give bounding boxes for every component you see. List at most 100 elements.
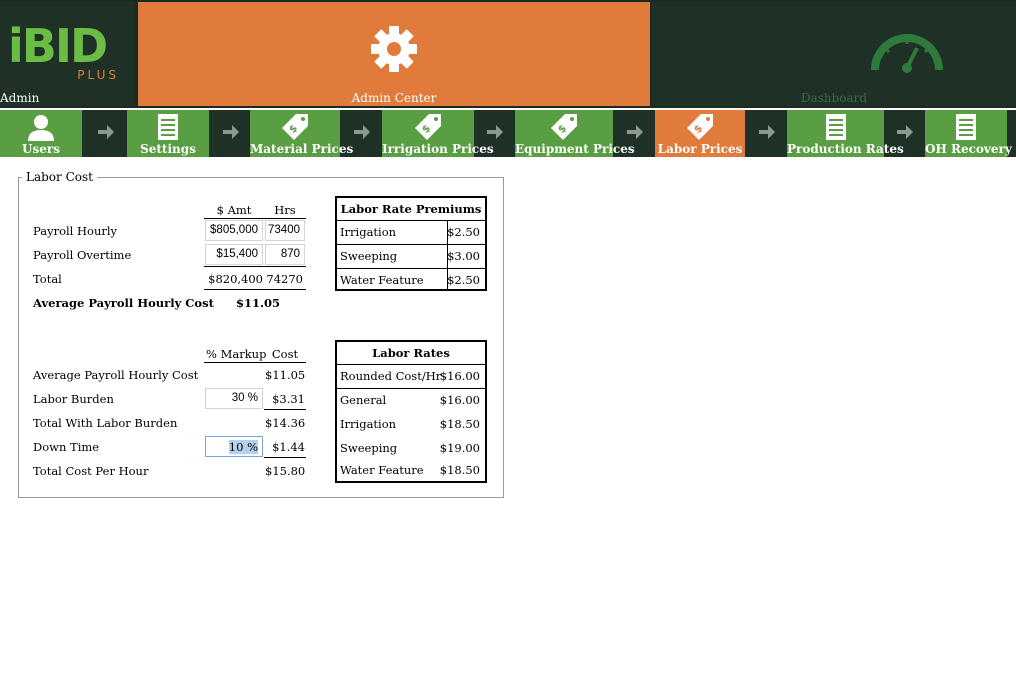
arrow-right-icon [477,110,513,157]
arrow-right-icon [887,110,923,157]
nav-tab-label: Labor Prices [657,142,743,156]
down-time-markup-input[interactable]: 10 % [205,436,263,457]
user-icon [28,115,54,141]
table-row: Sweeping $19.00 [337,436,485,460]
labor-burden-cost-value: $3.31 [272,392,305,406]
nav-tab-production-rates[interactable]: Production Rates [787,110,904,157]
avg-cost-value: $11.05 [265,368,306,382]
nav-tab-label: Irrigation Prices [382,142,494,156]
rates-title: Labor Rates [337,342,485,365]
payroll-overtime-amt-input[interactable] [205,244,263,265]
premium-value[interactable]: $2.50 [447,268,480,292]
nav-tab-label: Material Prices [250,142,354,156]
total-with-burden-value: $14.36 [265,416,306,430]
rate-label: Rounded Cost/Hr [340,369,442,383]
nav-tab-settings[interactable]: Settings [127,110,209,157]
ibid-logo: iBID PLUS [8,20,123,90]
nav-tab-label: Users [22,142,60,156]
nav-tab-label: OH Recovery [925,142,1012,156]
nav-tab-label: Production Rates [787,142,904,156]
labor-rates-table: Labor Rates Rounded Cost/Hr $16.00 Gener… [335,340,487,483]
row-label-avg-cost: Average Payroll Hourly Cost [33,368,199,382]
payroll-overtime-hrs-input[interactable] [265,244,305,265]
premium-value[interactable]: $3.00 [447,244,480,268]
nav-tab-users[interactable]: Users [0,110,82,157]
nav-tab-irrigation-prices[interactable]: $ Irrigation Prices [382,110,494,157]
premium-value[interactable]: $2.50 [447,220,480,244]
admin-nav-bar: Users Settings $ Material Prices $ Irrig… [0,110,1016,157]
admin-center-button[interactable]: Admin Center [138,2,650,106]
document-icon [956,114,976,140]
total-amt-value: $820,400 [208,272,263,286]
header-divider [204,218,306,219]
rate-label: General [340,393,387,407]
burden-underline [264,409,306,410]
table-row: Water Feature $18.50 [337,458,485,482]
gauge-icon [871,34,943,73]
admin-center-label: Admin Center [351,91,437,105]
table-row: Rounded Cost/Hr $16.00 [337,364,485,389]
payroll-hourly-hrs-input[interactable] [265,220,305,241]
table-row: Sweeping $3.00 [337,244,485,269]
row-label-payroll-hourly: Payroll Hourly [33,224,118,238]
panel-title: Labor Cost [22,170,97,184]
nav-tab-oh-recovery[interactable]: OH Recovery [925,110,1012,157]
rate-label: Water Feature [340,463,424,477]
nav-tab-equipment-prices[interactable]: $ Equipment Prices [515,110,635,157]
table-row: Water Feature $2.50 [337,268,485,292]
top-header: iBID PLUS Admin Admin Center Dashboard [0,0,1016,108]
row-label-total-with-burden: Total With Labor Burden [33,416,178,430]
total-underline [204,289,306,290]
markup-header-divider [204,362,306,363]
total-hrs-value: 74270 [266,272,303,286]
arrow-right-icon [88,110,124,157]
nav-tab-label: Equipment Prices [515,142,635,156]
row-label-total: Total [33,272,62,286]
document-icon [825,114,846,140]
row-label-down-time: Down Time [33,440,100,454]
price-tag-icon: $ [415,114,441,140]
selected-text: 10 % [228,440,258,454]
rate-label: Irrigation [340,417,397,431]
arrow-right-icon [749,110,785,157]
payroll-hourly-amt-input[interactable] [205,220,263,241]
col-header-amt: $ Amt [216,203,252,217]
arrow-right-icon [344,110,380,157]
row-label-labor-burden: Labor Burden [33,392,114,406]
rate-value: $19.00 [439,441,480,455]
labor-rate-premiums-table: Labor Rate Premiums Irrigation $2.50 Swe… [335,196,487,291]
col-header-hrs: Hrs [274,203,296,217]
labor-burden-markup-input[interactable] [205,388,263,409]
arrow-right-icon [617,110,653,157]
rate-value: $16.00 [439,369,480,383]
row-label-payroll-overtime: Payroll Overtime [33,248,132,262]
dashboard-label: Dashboard [800,91,868,105]
gear-icon [371,26,417,72]
col-header-markup: % Markup [206,347,267,361]
total-cost-per-hour-value: $15.80 [265,464,306,478]
nav-tab-material-prices[interactable]: $ Material Prices [250,110,354,157]
avg-payroll-value: $11.05 [236,296,281,310]
avg-payroll-label: Average Payroll Hourly Cost [33,296,214,310]
down-time-cost-value: $1.44 [272,440,305,454]
price-tag-icon: $ [551,114,577,140]
dashboard-button[interactable]: Dashboard [652,2,1016,106]
downtime-underline [264,457,306,458]
nav-tab-label: Settings [140,142,196,156]
premium-label: Irrigation [340,225,397,239]
arrow-right-icon [213,110,249,157]
rate-label: Sweeping [340,441,398,455]
premium-label: Water Feature [340,273,424,287]
logo-sub: PLUS [77,68,119,82]
sum-divider [204,266,306,267]
nav-tab-labor-prices[interactable]: $ Labor Prices [655,110,745,157]
admin-label: Admin [0,91,40,105]
logo-panel: iBID PLUS Admin [0,2,135,106]
price-tag-icon: $ [687,114,713,140]
table-row: General $16.00 [337,388,485,412]
row-label-total-cost-per-hour: Total Cost Per Hour [33,464,149,478]
table-row: Irrigation $2.50 [337,220,485,245]
table-row: Irrigation $18.50 [337,412,485,436]
rate-value: $18.50 [439,463,480,477]
document-icon [158,114,178,140]
